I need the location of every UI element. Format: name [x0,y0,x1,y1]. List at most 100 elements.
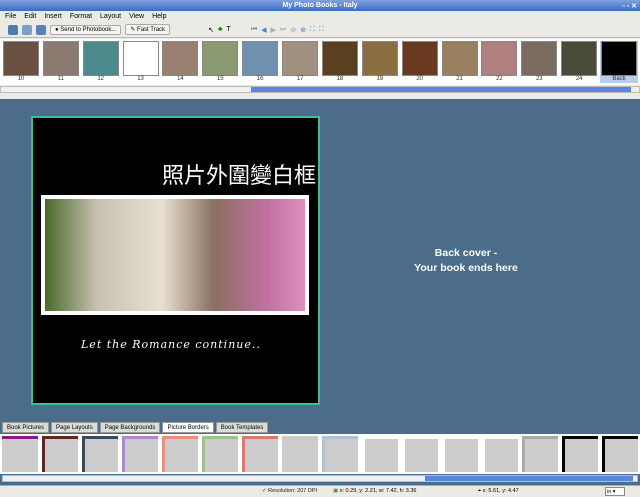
page-thumbnail[interactable]: 17 [281,41,319,83]
thumbnail-image [282,41,319,76]
thumbnail-label: Back [612,76,626,82]
border-swatch[interactable] [202,436,238,472]
page-thumbnail[interactable]: 15 [201,41,239,83]
border-swatch[interactable] [282,436,318,472]
tab-book-templates[interactable]: Book Templates [215,422,269,433]
page-thumbnail[interactable]: 14 [162,41,200,83]
border-swatch[interactable] [2,436,38,472]
picture-tool-icon[interactable]: ♣ [218,26,223,33]
back-cover-line1: Back cover - [434,247,498,259]
page-thumbnail[interactable]: 21 [441,41,479,83]
fullscreen-icon[interactable]: ⛶ [319,26,324,34]
thumbnail-label: 11 [57,76,64,82]
window-title: My Photo Books - Italy [282,2,358,9]
thumbnail-image [2,41,39,76]
border-swatch[interactable] [562,436,598,472]
thumbnail-image [361,41,398,76]
tab-page-layouts[interactable]: Page Layouts [51,422,98,433]
page-thumbnail[interactable]: 16 [241,41,279,83]
open-icon[interactable] [22,24,32,35]
thumbnail-label: 13 [137,76,144,82]
borders-scrollbar[interactable] [2,475,638,482]
chinese-title[interactable]: 照片外圍變白框 [162,158,316,190]
thumbnail-label: 18 [336,76,344,82]
border-swatch[interactable] [322,436,358,472]
thumbnail-image [242,41,279,76]
page-thumbnail[interactable]: 24 [560,41,598,83]
border-swatch[interactable] [82,436,118,472]
border-swatch[interactable] [362,436,398,472]
unit-select[interactable]: in ▾ [605,487,625,496]
thumbnail-label: 22 [496,76,503,82]
save-icon[interactable] [36,24,46,35]
zoom-in-icon[interactable]: ⊕ [300,26,306,34]
page-thumbnail[interactable]: 22 [481,41,519,83]
page-thumbnail[interactable]: 23 [520,41,558,83]
border-swatch[interactable] [522,436,558,472]
menu-view[interactable]: View [129,11,144,22]
thumbnail-image [42,41,79,76]
tab-page-backgrounds[interactable]: Page Backgrounds [99,422,161,433]
page-thumbnail[interactable]: 12 [82,41,120,83]
menu-help[interactable]: Help [152,11,166,22]
menu-insert[interactable]: Insert [44,11,62,22]
status-bar: ✔ Resolution: 207 DPI ▣ x: 0.29, y: 2.21… [0,485,640,497]
geometry-status: ▣ x: 0.29, y: 2.21, w: 7.42, h: 3.36 [333,488,417,494]
thumbnail-image [561,41,598,76]
border-swatch[interactable] [442,436,478,472]
page-thumbnail[interactable]: 19 [361,41,399,83]
thumbnail-image [202,41,239,76]
fast-track-button[interactable]: ✎ Fast Track [125,24,171,35]
thumbnail-image [441,41,478,76]
page-thumbnail[interactable]: 20 [401,41,439,83]
menu-edit[interactable]: Edit [24,11,36,22]
thumbnail-image [601,41,638,76]
next-page-icon[interactable]: ▶ [271,26,276,34]
last-page-icon[interactable]: ⏭ [280,26,286,34]
page-thumbnail[interactable]: Back [600,41,638,83]
tab-picture-borders[interactable]: Picture Borders [162,422,214,433]
thumbnail-label: 12 [97,76,105,82]
zoom-out-icon[interactable]: ⊖ [290,26,296,34]
menu-format[interactable]: Format [70,11,92,22]
fast-track-label: Fast Track [137,27,166,33]
geometry-text: x: 0.29, y: 2.21, w: 7.42, h: 3.36 [339,488,417,494]
border-swatch[interactable] [42,436,78,472]
thumbnail-scrollbar[interactable] [0,86,640,93]
select-tool-icon[interactable]: ↖ [208,26,214,34]
thumbnail-label: 19 [376,76,384,82]
page-thumbnail[interactable]: 13 [122,41,160,83]
text-tool-icon[interactable]: T [227,26,231,33]
back-cover-text: Back cover - Your book ends here [380,246,552,276]
border-swatch[interactable] [402,436,438,472]
thumbnail-label: 21 [456,76,463,82]
thumbnail-label: 14 [177,76,184,82]
border-swatch[interactable] [162,436,198,472]
title-bar: My Photo Books - Italy ▫ ▫ ✕ [0,0,640,11]
page-thumbnail[interactable]: 10 [2,41,40,83]
menu-file[interactable]: File [5,11,16,22]
caption[interactable]: Let the Romance continue.. [81,338,261,351]
menu-layout[interactable]: Layout [100,11,121,22]
border-swatch[interactable] [122,436,158,472]
border-swatch[interactable] [242,436,278,472]
menu-bar: File Edit Insert Format Layout View Help [0,11,640,22]
border-swatch[interactable] [602,436,638,472]
border-swatch[interactable] [482,436,518,472]
back-page[interactable]: 照片外圍變白框 Let the Romance continue.. [31,116,320,405]
library-tabs: Book Pictures Page Layouts Page Background… [0,422,640,433]
first-page-icon[interactable]: ⏮ [251,26,257,34]
cursor-status: ⌖ x: 5.61, y: 4.47 [478,488,519,494]
prev-page-icon[interactable]: ◀ [261,26,266,34]
page-thumbnail[interactable]: 11 [42,41,80,83]
page-thumbnail[interactable]: 18 [321,41,359,83]
send-to-photobook-button[interactable]: ● Send to Photobook... [50,24,122,35]
thumbnail-label: 20 [416,76,424,82]
page-thumbnails: 10 11 12 13 14 15 16 17 18 19 20 21 22 23 24 Back [0,39,640,85]
toolbar: ● Send to Photobook... ✎ Fast Track ↖ ♣ … [0,22,640,38]
new-icon[interactable] [8,24,18,35]
photo[interactable] [41,195,309,315]
fit-icon[interactable]: ⛶ [310,26,315,34]
thumbnail-image [521,41,558,76]
tab-book-pictures[interactable]: Book Pictures [2,422,50,433]
